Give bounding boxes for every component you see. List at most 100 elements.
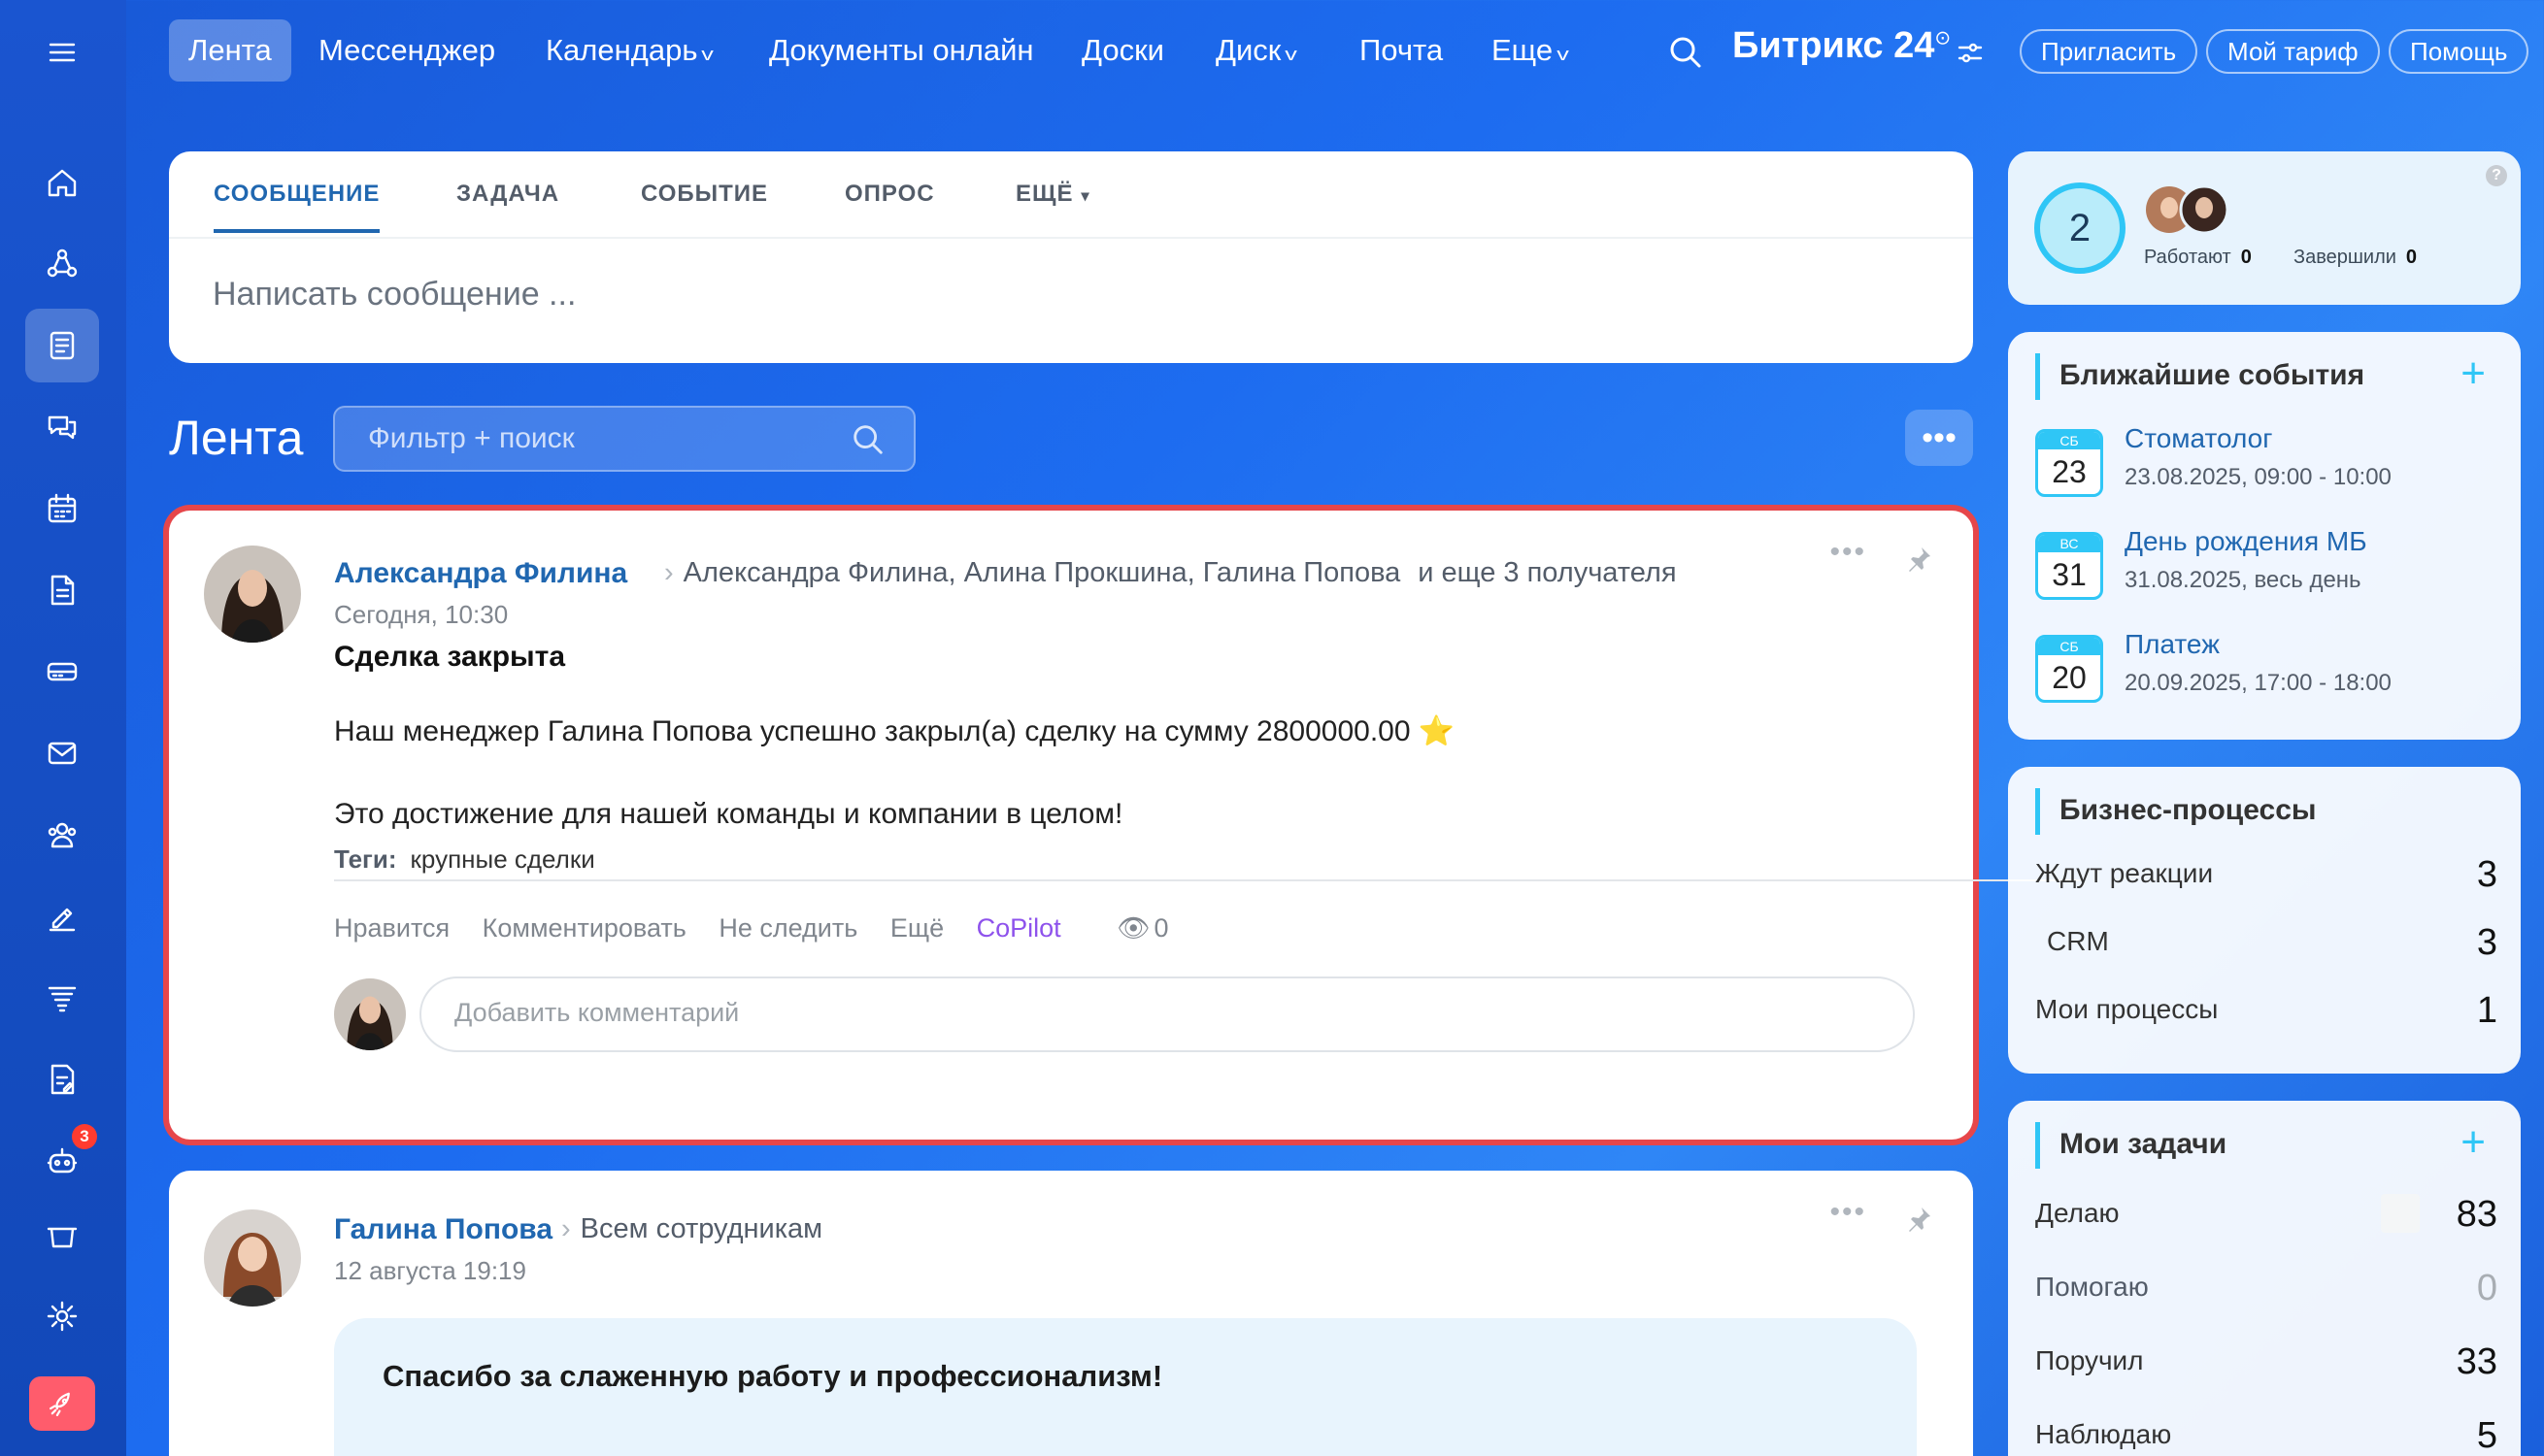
contacts-icon[interactable] [25,798,99,872]
my-tasks-widget: Мои задачи + Делаю 83 Помогаю 0 Поручил 33 … [2008,1101,2521,1456]
storage-icon[interactable] [25,635,99,709]
settings-sliders-icon[interactable] [1956,39,1985,68]
search-icon[interactable] [1666,33,1705,72]
invite-button[interactable]: Пригласить [2020,29,2198,74]
nav-feed[interactable]: Лента [169,19,291,82]
post-author[interactable]: Александра Филина [334,557,627,590]
nav-more[interactable]: Еще v [1472,19,1587,82]
home-icon[interactable] [25,146,99,219]
thanks-card: Спасибо за слаженную работу и профессион… [334,1318,1917,1456]
post-author[interactable]: Галина Попова [334,1213,552,1246]
avatar [334,978,406,1050]
pin-icon[interactable] [1903,544,1934,575]
help-icon[interactable]: ? [2486,165,2507,186]
tab-task[interactable]: ЗАДАЧА [456,181,559,229]
calendar-icon[interactable] [25,472,99,546]
more-options-button[interactable]: ••• [1905,410,1973,466]
shop-icon[interactable] [25,1200,99,1274]
bp-row[interactable]: Мои процессы 1 [2035,990,2497,1033]
post-title: Сделка закрыта [334,641,566,673]
bp-row[interactable]: CRM 3 [2035,922,2497,965]
nav-boards[interactable]: Доски [1062,19,1184,82]
widget-title: Ближайшие события [2035,353,2364,400]
tab-message[interactable]: СООБЩЕНИЕ [214,181,381,233]
working-status: Работают 0 [2144,247,2252,268]
event-item[interactable]: СБ 20 Платеж 20.09.2025, 17:00 - 18:00 [2035,629,2492,709]
task-row[interactable]: Поручил 33 [2035,1341,2497,1384]
post-menu-icon[interactable]: ••• [1829,1196,1866,1229]
eye-icon: 👁 [1117,913,1151,943]
comment-button[interactable]: Комментировать [483,913,686,943]
brand-logo[interactable]: Битрикс 24⊙ [1732,25,1951,67]
calendar-date-icon: ВС 31 [2035,532,2103,600]
event-item[interactable]: ВС 31 День рождения МБ 31.08.2025, весь д… [2035,526,2492,606]
task-row[interactable]: Делаю 83 [2035,1194,2497,1237]
nav-messenger[interactable]: Мессенджер [299,19,515,82]
rocket-icon[interactable] [29,1376,95,1431]
bp-row[interactable]: Ждут реакции 3 [2035,854,2497,897]
calendar-date-icon: СБ 23 [2035,429,2103,497]
add-event-button[interactable]: + [2460,349,2486,398]
post-actions: Нравится Комментировать Не следить Ещё C… [334,912,1193,943]
post-text: Это достижение для нашей команды и компа… [334,798,1123,830]
chevron-right-icon: › [561,1213,571,1244]
nav-mail[interactable]: Почта [1340,19,1462,82]
page-title: Лента [169,411,304,465]
task-row[interactable]: Помогаю 0 [2035,1268,2497,1310]
post-text: Наш менеджер Галина Попова успешно закры… [334,715,1456,747]
calendar-date-icon: СБ 20 [2035,635,2103,703]
feed-post: Галина Попова › Всем сотрудникам 12 авгус… [169,1171,1973,1456]
filter-icon[interactable] [25,961,99,1035]
sign-icon[interactable] [25,879,99,953]
avatar[interactable] [204,1209,301,1307]
notification-badge: 3 [72,1124,97,1149]
views-count: 0 [1154,913,1169,943]
unfollow-button[interactable]: Не следить [719,913,857,943]
business-processes-widget: Бизнес-процессы Ждут реакции 3 CRM 3 Мои п… [2008,767,2521,1074]
pin-icon[interactable] [1903,1204,1934,1235]
crm-icon[interactable] [25,227,99,301]
more-button[interactable]: Ещё [890,913,944,943]
event-item[interactable]: СБ 23 Стоматолог 23.08.2025, 09:00 - 10:0… [2035,423,2492,503]
nav-calendar[interactable]: Календарь v [526,19,731,82]
mail-icon[interactable] [25,716,99,790]
divider [334,879,2084,881]
post-time[interactable]: Сегодня, 10:30 [334,600,508,630]
post-recipients[interactable]: › Всем сотрудникам [552,1213,822,1245]
post-composer: СООБЩЕНИЕ ЗАДАЧА СОБЫТИЕ ОПРОС ЕЩЁ ▾ Напи… [169,151,1973,363]
menu-icon[interactable] [25,16,99,89]
post-recipients[interactable]: › Александра Филина, Алина Прокшина, Гали… [654,557,1677,589]
avatar[interactable] [204,546,301,643]
chevron-down-icon: v [1557,45,1569,64]
post-menu-icon[interactable]: ••• [1829,536,1866,569]
done-status: Завершили 0 [2293,247,2418,268]
chat-icon[interactable] [25,390,99,464]
widget-title: Мои задачи [2035,1122,2226,1169]
comment-input[interactable]: Добавить комментарий [419,976,1915,1052]
tab-poll[interactable]: ОПРОС [845,181,935,229]
status-counter: 2 [2034,182,2126,274]
robot-icon[interactable]: 3 [25,1124,99,1198]
copilot-button[interactable]: CoPilot [977,913,1061,943]
tab-event[interactable]: СОБЫТИЕ [641,181,768,229]
document-icon[interactable] [25,553,99,627]
like-button[interactable]: Нравится [334,913,450,943]
forms-icon[interactable] [25,1042,99,1116]
settings-icon[interactable] [25,1279,99,1353]
help-button[interactable]: Помощь [2389,29,2529,74]
task-row[interactable]: Наблюдаю 5 [2035,1415,2497,1456]
caret-down-icon: ▾ [1081,188,1090,205]
events-widget: Ближайшие события + СБ 23 Стоматолог 23.0… [2008,332,2521,740]
filter-search-input[interactable]: Фильтр + поиск [333,406,916,472]
feed-icon[interactable] [25,309,99,382]
status-widget[interactable]: 2 Работают 0 Завершили 0 ? [2008,151,2521,305]
nav-disk[interactable]: Диск v [1196,19,1315,82]
add-task-button[interactable]: + [2460,1118,2486,1167]
clock-icon: ⊙ [1934,27,1952,50]
nav-documents[interactable]: Документы онлайн [750,19,1054,82]
tab-more[interactable]: ЕЩЁ ▾ [1016,181,1090,229]
tariff-button[interactable]: Мой тариф [2206,29,2380,74]
post-time[interactable]: 12 августа 19:19 [334,1256,526,1286]
message-input[interactable]: Написать сообщение ... [213,276,576,314]
dots-icon: ••• [1922,419,1957,456]
